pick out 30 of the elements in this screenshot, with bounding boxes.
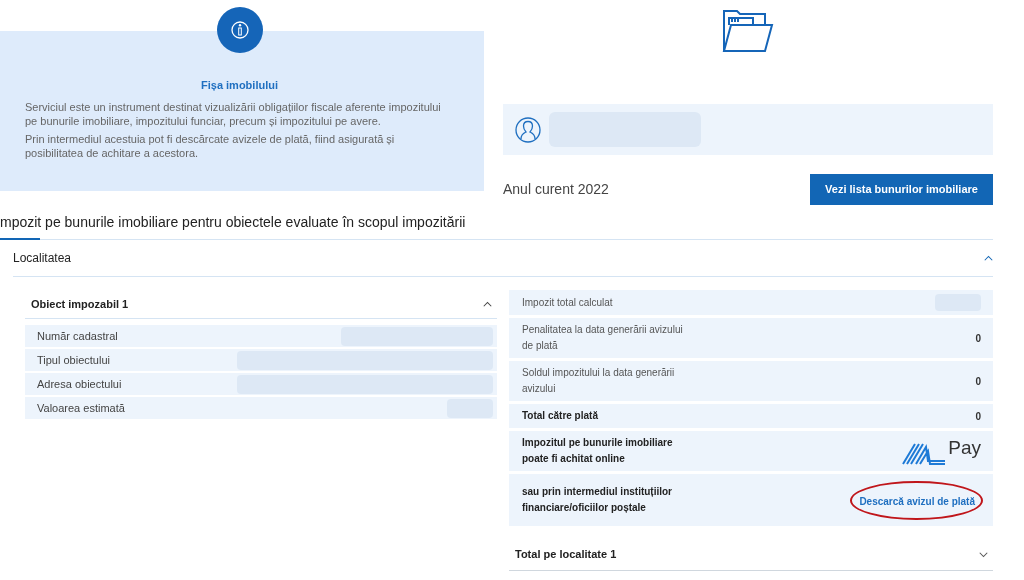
field-value: 0: [975, 374, 981, 389]
field-label: Impozit total calculat: [522, 295, 613, 310]
logo-text: Pay: [948, 437, 981, 460]
folder-icon: [722, 8, 774, 53]
panel-title: Total pe localitate 1: [515, 547, 617, 563]
download-link[interactable]: Descarcă avizul de plată: [859, 496, 975, 507]
field-value: 0: [975, 409, 981, 424]
info-icon: [217, 7, 263, 53]
field-label: Număr cadastral: [37, 328, 118, 344]
year-label: Anul curent 2022: [503, 180, 609, 199]
description-text: Prin intermediul acestuia pot fi descărcate avizele de plată, fiind asigurată și posibilitatea de achitare a acestora.: [25, 131, 396, 160]
field-label: Total către plată: [522, 409, 598, 423]
chevron-up-icon[interactable]: [984, 255, 993, 261]
user-icon: [515, 116, 541, 143]
chevron-down-icon[interactable]: [979, 551, 988, 558]
locality-label: Localitatea: [13, 250, 72, 267]
field-value: 0: [975, 331, 981, 346]
field-label: Impozitul pe bunurile imobiliare poate fi achitat online: [522, 436, 674, 466]
field-label: Valoarea estimată: [37, 400, 125, 416]
field-label: Adresa obiectului: [37, 376, 122, 392]
list-button[interactable]: Vezi lista bunurilor imobiliare: [810, 174, 993, 205]
card-title: Fișa imobilului: [200, 78, 279, 93]
description-text: Serviciul este un instrument destinat vizualizării obligațiilor fiscale aferente impozitului pe bunurile imobiliare, impozitului funciar, precum și impozitului pe avere.: [25, 99, 442, 128]
field-label: Penalitatea la data generării avizului de plată: [522, 323, 684, 353]
field-label: sau prin intermediul instituțiilor financiare/oficiilor poștale: [522, 485, 673, 515]
field-label: Tipul obiectului: [37, 352, 110, 368]
section-title: mpozit pe bunurile imobiliare pentru obiectele evaluate în scopul impozitării: [0, 213, 467, 232]
field-label: Soldul impozitului la data generării avizului: [522, 366, 676, 396]
chevron-up-icon[interactable]: [483, 301, 492, 307]
panel-title: Obiect impozabil 1: [31, 296, 129, 312]
